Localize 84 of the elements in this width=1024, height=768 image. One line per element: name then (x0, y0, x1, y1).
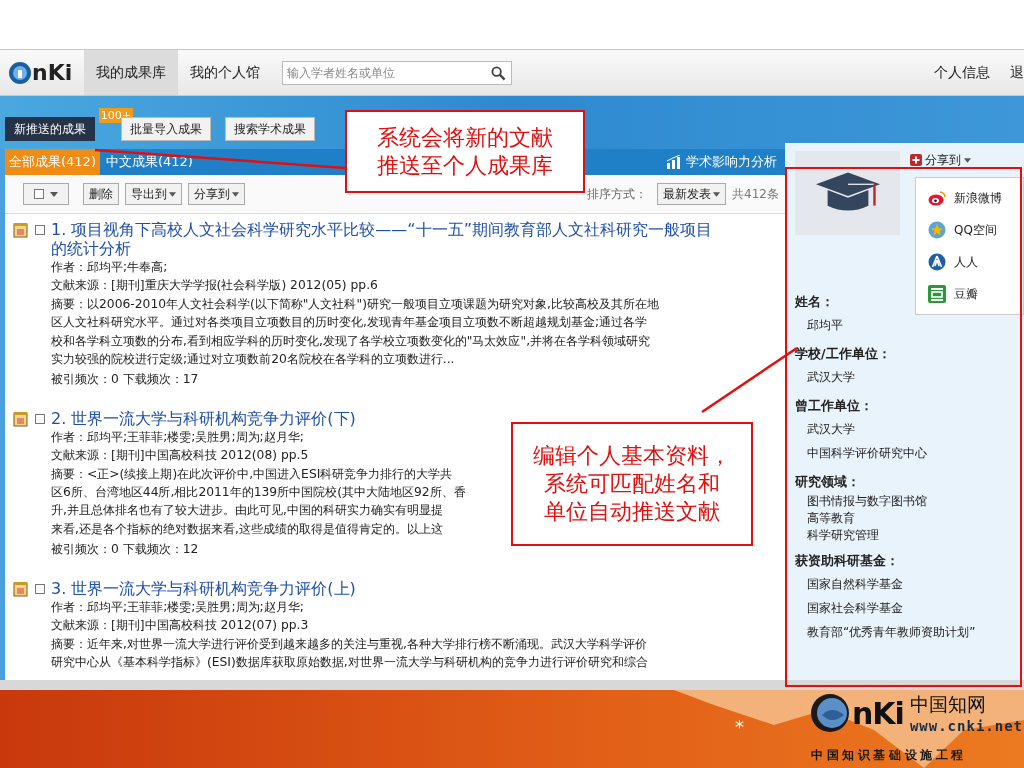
abstract-line: 区人文社科研究水平。通过对各类项目立项数目的历时变化,发现青年基金项目立项数不断超越规划基金;通过各学 (51, 314, 648, 332)
source-line: 文献来源：[期刊]中国高校科技 2012(07) pp.3 (51, 617, 309, 635)
share-option[interactable]: 人人 (916, 246, 1023, 278)
checkbox[interactable] (35, 583, 45, 594)
stats-line: 被引频次：0 下载频次：12 (51, 541, 199, 559)
star-icon (928, 221, 946, 239)
abstract-line: 实力较强的院校进行定级;通过对立项数前20名院校在各学科的立项数进行... (51, 351, 455, 369)
impact-link[interactable]: 学术影响力分析 (686, 153, 777, 171)
field-heading: 获资助科研基金： (795, 552, 899, 570)
tile-icon (928, 285, 946, 303)
logo-text: nKi (852, 695, 904, 731)
caret-icon (50, 191, 58, 197)
sort-dropdown[interactable]: 最新发表 (657, 183, 727, 205)
source-line: 文献来源：[期刊]中国高校科技 2012(08) pp.5 (51, 447, 309, 465)
result-title[interactable]: 1. 项目视角下高校人文社会科学研究水平比较——“十一五”期间教育部人文社科研究一般项目的统计分析 (51, 220, 723, 258)
field-value: 图书情报与数字图书馆 (806, 493, 927, 510)
field-heading: 曾工作单位： (795, 397, 873, 415)
toolbar-button[interactable]: 分享到 (188, 183, 245, 205)
abstract-line: 区6所、台湾地区44所,相比2011年的139所中国院校(其中大陆地区92所、香 (51, 484, 466, 502)
abstract-line: 摘要：以2006-2010年人文社会科学(以下简称"人文社科")研究一般项目立项课题为研究对象,比较高校及其所在地 (51, 295, 659, 313)
caret-icon (713, 191, 721, 197)
source-line: 文献来源：[期刊]重庆大学学报(社会科学版) 2012(05) pp.6 (51, 277, 378, 295)
action-button[interactable]: 新推送的成果 (5, 117, 95, 141)
field-value: 高等教育 (806, 510, 855, 527)
share-option[interactable]: QQ空间 (916, 214, 1023, 246)
slide-mark: * (735, 716, 744, 737)
result-title[interactable]: 3. 世界一流大学与科研机构竞争力评价(上) (51, 578, 723, 598)
share-dropdown[interactable]: 分享到 (910, 151, 971, 169)
nav-link[interactable]: 退 (1010, 63, 1024, 82)
field-value: 邱均平 (806, 317, 843, 334)
callout-text: 编辑个人基本资料， 系统可匹配姓名和 单位自动推送文献 (511, 422, 753, 546)
eye-icon (928, 190, 946, 206)
author-line: 作者：邱均平;王菲菲;楼雯;吴胜男;周为;赵月华; (51, 428, 304, 446)
share-option[interactable]: 豆瓣 (916, 278, 1023, 310)
abstract-line: 摘要：近年来,对世界一流大学进行评价受到越来越多的关注与重视,各种大学排行榜不断涌现。武汉大学科学评价 (51, 635, 647, 653)
document-icon (13, 410, 29, 427)
action-button[interactable]: 搜索学术成果 (225, 117, 315, 141)
checkbox[interactable] (34, 189, 44, 199)
checkbox[interactable] (35, 413, 45, 424)
select-all-dropdown[interactable] (23, 183, 69, 205)
abstract-line: 校和各学科立项数的分布,看到相应学科的历时变化,发现了各学校立项数变化的"马太效应",并将在各学科领域研究 (51, 332, 651, 350)
author-line: 作者：邱均平;牛奉高; (51, 259, 168, 276)
abstract-line: 来看,还是各个指标的绝对数据来看,这些成绩的取得是值得肯定的。以上这 (51, 520, 443, 538)
field-value: 武汉大学 (806, 369, 855, 386)
field-value: 科学研究管理 (806, 527, 879, 544)
plus-icon (910, 154, 922, 166)
nav-tab[interactable]: 我的个人馆 (178, 50, 273, 95)
stats-line: 被引频次：0 下载频次：17 (51, 371, 199, 389)
search-icon (491, 65, 507, 81)
result-tab[interactable]: 中文成果(412) (103, 149, 195, 175)
abstract-line: 升,并且总体排名也有了较大进步。由此可见,中国的科研实力确实有明显提 (51, 502, 443, 520)
field-value: 国家社会科学基金 (806, 600, 903, 617)
slogan-text: 中国知识基础设施工程 (811, 747, 967, 764)
caret-icon (964, 157, 971, 163)
document-icon (13, 580, 29, 597)
author-line: 作者：邱均平;王菲菲;楼雯;吴胜男;周为;赵月华; (51, 598, 304, 616)
globe-icon (810, 693, 850, 733)
result-count: 共412条 (732, 185, 779, 203)
abstract-line: 摘要：<正>(续接上期)在此次评价中,中国进入ESI科研竞争力排行的大学共 (51, 465, 453, 483)
nav-tab[interactable]: 我的成果库 (84, 50, 179, 95)
toolbar-button[interactable]: 导出到 (125, 183, 182, 205)
logo-text: nKi (32, 60, 73, 85)
search-field[interactable]: 输入学者姓名或单位 (282, 60, 513, 85)
field-value: 武汉大学 (806, 421, 855, 438)
bar-chart-icon (666, 155, 682, 169)
action-button[interactable]: 批量导入成果 (121, 117, 211, 141)
field-value: 国家自然科学基金 (806, 576, 903, 593)
brand-name: 中国知网 (909, 693, 987, 717)
field-heading: 研究领域： (795, 473, 860, 491)
field-value: 教育部“优秀青年教师资助计划” (806, 624, 976, 641)
sort-label: 排序方式： (587, 185, 648, 203)
field-heading: 姓名： (795, 293, 834, 311)
document-icon (13, 222, 29, 238)
abstract-line: 研究中心从《基本科学指标》(ESI)数据库获取原始数据,对世界一流大学与科研机构的竞争力进行评价研究和综合 (51, 653, 648, 671)
field-value: 中国科学评价研究中心 (806, 445, 927, 462)
person-icon (928, 253, 946, 271)
checkbox[interactable] (35, 225, 45, 235)
nav-link[interactable]: 个人信息 (934, 63, 990, 82)
website-url: www.cnki.net (909, 718, 1024, 734)
globe-icon (8, 60, 32, 85)
toolbar-button[interactable]: 删除 (83, 183, 119, 205)
field-heading: 学校/工作单位： (795, 345, 891, 363)
callout-text: 系统会将新的文献 推送至个人成果库 (345, 110, 585, 193)
share-option[interactable]: 新浪微博 (916, 182, 1023, 214)
